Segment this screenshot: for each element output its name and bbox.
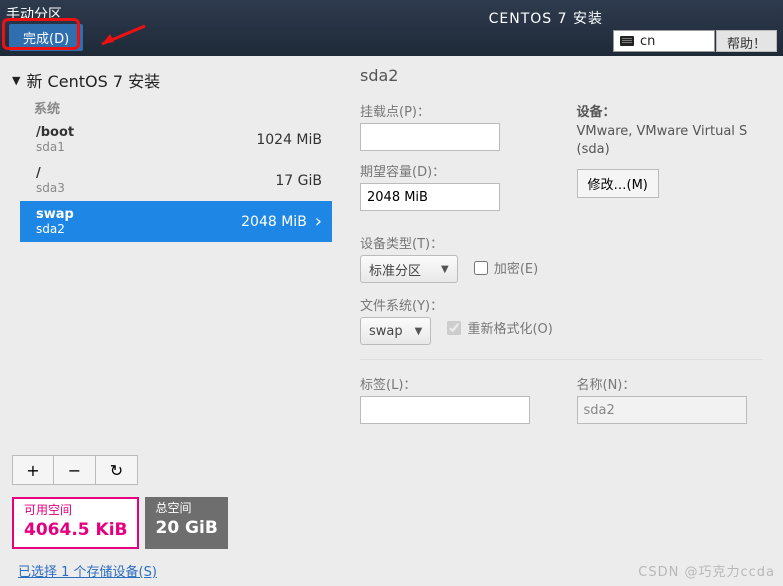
total-space-value: 20 GiB (155, 517, 217, 539)
device-type-dropdown[interactable]: 标准分区 ▼ (360, 255, 458, 283)
filesystem-label: 文件系统(Y)： (360, 295, 763, 314)
partition-row-selected[interactable]: swap sda2 2048 MiB › (20, 201, 332, 242)
partition-size: 2048 MiB (241, 214, 307, 230)
total-space-label: 总空间 (155, 501, 217, 517)
screen-title: 手动分区 (6, 4, 62, 24)
filesystem-dropdown[interactable]: swap ▼ (360, 317, 431, 345)
partition-device: sda2 (36, 222, 74, 236)
partition-mount: / (36, 166, 65, 181)
name-label: 名称(N)： (577, 374, 764, 393)
encrypt-label: 加密(E) (494, 258, 538, 277)
free-space-value: 4064.5 KiB (24, 519, 127, 541)
divider (360, 359, 763, 360)
system-group-label: 系统 (34, 98, 332, 117)
done-button[interactable]: 完成(D) (9, 24, 83, 51)
keyboard-layout-selector[interactable]: cn (613, 30, 715, 52)
partition-details-panel: sda2 挂载点(P)： 期望容量(D)： 设备： VMware, VMware… (340, 56, 783, 586)
device-text: VMware, VMware Virtual S (sda) (577, 123, 764, 159)
reformat-label: 重新格式化(O) (467, 318, 552, 337)
chevron-down-icon: ▼ (415, 326, 423, 337)
capacity-label: 期望容量(D)： (360, 161, 547, 180)
tag-input[interactable] (360, 396, 530, 424)
name-input (577, 396, 747, 424)
partition-tree-panel: ▼ 新 CentOS 7 安装 系统 /boot sda1 1024 MiB /… (0, 56, 340, 586)
expand-icon: ▼ (12, 74, 20, 87)
mountpoint-label: 挂载点(P)： (360, 101, 547, 120)
free-space-label: 可用空间 (24, 503, 127, 519)
partition-device: sda1 (36, 140, 74, 154)
chevron-right-icon: › (315, 211, 322, 232)
details-heading: sda2 (360, 66, 763, 85)
modify-device-button[interactable]: 修改…(M) (577, 169, 659, 198)
reformat-checkbox (447, 321, 461, 335)
partition-mount: swap (36, 207, 74, 222)
main-area: ▼ 新 CentOS 7 安装 系统 /boot sda1 1024 MiB /… (0, 56, 783, 586)
mountpoint-field: 挂载点(P)： 期望容量(D)： (360, 101, 547, 211)
capacity-input[interactable] (360, 183, 500, 211)
partition-action-buttons: + − ↻ (12, 455, 332, 485)
watermark: CSDN @巧克力ccda (638, 561, 775, 580)
help-button[interactable]: 帮助！ (716, 30, 777, 52)
tag-label: 标签(L)： (360, 374, 547, 393)
partition-device: sda3 (36, 181, 65, 195)
encrypt-checkbox[interactable] (474, 261, 488, 275)
partition-row[interactable]: / sda3 17 GiB (20, 160, 332, 201)
annotation-arrow-icon (90, 18, 150, 52)
add-partition-button[interactable]: + (12, 455, 54, 485)
keyboard-icon (620, 36, 634, 46)
filesystem-field: 文件系统(Y)： swap ▼ 重新格式化(O) (360, 295, 763, 345)
total-space-box: 总空间 20 GiB (145, 497, 227, 549)
device-info: 设备： VMware, VMware Virtual S (sda) 修改…(M… (577, 101, 764, 211)
keyboard-layout-code: cn (640, 34, 655, 49)
space-summary: 可用空间 4064.5 KiB 总空间 20 GiB (12, 497, 332, 549)
mountpoint-input[interactable] (360, 123, 500, 151)
filesystem-value: swap (369, 324, 403, 339)
tree-header-label: 新 CentOS 7 安装 (26, 68, 160, 92)
reload-button[interactable]: ↻ (96, 455, 138, 485)
remove-partition-button[interactable]: − (54, 455, 96, 485)
device-type-field: 设备类型(T)： 标准分区 ▼ 加密(E) (360, 233, 763, 283)
free-space-box: 可用空间 4064.5 KiB (12, 497, 139, 549)
name-field: 名称(N)： (577, 374, 764, 424)
tree-header[interactable]: ▼ 新 CentOS 7 安装 (12, 66, 332, 94)
storage-devices-link[interactable]: 已选择 1 个存储设备(S) (18, 561, 332, 580)
tag-field: 标签(L)： (360, 374, 547, 424)
partition-size: 17 GiB (275, 173, 322, 189)
device-type-label: 设备类型(T)： (360, 233, 763, 252)
partition-mount: /boot (36, 125, 74, 140)
partition-row[interactable]: /boot sda1 1024 MiB (20, 119, 332, 160)
chevron-down-icon: ▼ (441, 264, 449, 275)
partition-list: /boot sda1 1024 MiB / sda3 17 GiB swap s… (20, 119, 332, 242)
device-type-value: 标准分区 (369, 260, 421, 279)
top-bar: 手动分区 完成(D) CENTOS 7 安装 cn 帮助！ (0, 0, 783, 56)
partition-size: 1024 MiB (256, 132, 322, 148)
installer-title: CENTOS 7 安装 (489, 8, 603, 28)
device-label: 设备： (577, 101, 764, 120)
